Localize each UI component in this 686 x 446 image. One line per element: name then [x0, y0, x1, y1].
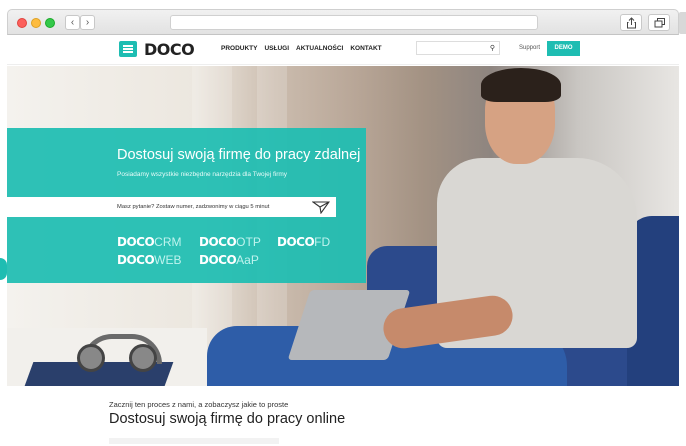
send-icon[interactable]	[312, 200, 330, 214]
search-icon[interactable]: ⚲	[490, 44, 495, 52]
tabs-button[interactable]	[648, 14, 670, 31]
intro-title: Dostosuj swoją firmę do pracy online	[109, 411, 346, 427]
intro-placeholder-text	[109, 438, 279, 444]
address-bar[interactable]	[170, 15, 538, 30]
forward-button[interactable]: ›	[80, 15, 95, 30]
headphone-earcup	[129, 344, 157, 372]
hero-subtitle: Posiadamy wszystkie niezbędne narzędzia …	[117, 171, 288, 178]
hero-title: Dostosuj swoją firmę do pracy zdalnej	[117, 147, 361, 163]
product-brand: DOCO	[199, 235, 237, 249]
share-icon	[627, 17, 636, 29]
zoom-window-button[interactable]	[45, 18, 55, 28]
product-brand: DOCO	[117, 253, 155, 267]
product-name: AaP	[236, 253, 259, 267]
hamburger-icon-line	[123, 51, 133, 53]
product-name: FD	[314, 235, 331, 249]
product-name: CRM	[154, 235, 182, 249]
hamburger-icon-line	[123, 48, 133, 50]
main-nav: PRODUKTY USŁUGI AKTUALNOŚCI KONTAKT	[221, 45, 382, 52]
hero-panel: Dostosuj swoją firmę do pracy zdalnej Po…	[7, 128, 366, 283]
demo-button[interactable]: DEMO	[547, 41, 580, 56]
callback-input[interactable]: Masz pytanie? Zostaw numer, zadzwonimy w…	[117, 204, 269, 210]
callback-form[interactable]: Masz pytanie? Zostaw numer, zadzwonimy w…	[7, 197, 336, 217]
support-link[interactable]: Support	[519, 45, 540, 51]
close-window-button[interactable]	[17, 18, 27, 28]
side-tab[interactable]	[0, 258, 7, 280]
nav-item-produkty[interactable]: PRODUKTY	[221, 45, 257, 52]
menu-button[interactable]	[119, 41, 137, 57]
product-brand: DOCO	[199, 253, 237, 267]
hamburger-icon	[123, 45, 133, 47]
product-crm[interactable]: DOCOCRM	[117, 235, 182, 249]
sidebar-edge	[679, 12, 686, 34]
product-fd[interactable]: DOCOFD	[277, 235, 330, 249]
nav-item-kontakt[interactable]: KONTAKT	[350, 45, 381, 52]
person-hair	[481, 68, 561, 102]
search-input[interactable]: ⚲	[416, 41, 500, 55]
share-button[interactable]	[620, 14, 642, 31]
nav-item-uslugi[interactable]: USŁUGI	[264, 45, 289, 52]
product-name: OTP	[236, 235, 261, 249]
back-button[interactable]: ‹	[65, 15, 80, 30]
product-aap[interactable]: DOCOAaP	[199, 253, 259, 267]
intro-lead: Zacznij ten proces z nami, a zobaczysz j…	[109, 400, 289, 409]
site-header: DOCO PRODUKTY USŁUGI AKTUALNOŚCI KONTAKT…	[7, 35, 679, 65]
product-name: WEB	[154, 253, 182, 267]
site-logo[interactable]: DOCO	[144, 40, 195, 59]
nav-item-aktualnosci[interactable]: AKTUALNOŚCI	[296, 45, 343, 52]
product-web[interactable]: DOCOWEB	[117, 253, 182, 267]
product-brand: DOCO	[277, 235, 315, 249]
product-otp[interactable]: DOCOOTP	[199, 235, 261, 249]
product-brand: DOCO	[117, 235, 155, 249]
headphone-earcup	[77, 344, 105, 372]
browser-toolbar: ‹ ›	[7, 9, 679, 35]
tabs-icon	[654, 18, 665, 28]
minimize-window-button[interactable]	[31, 18, 41, 28]
